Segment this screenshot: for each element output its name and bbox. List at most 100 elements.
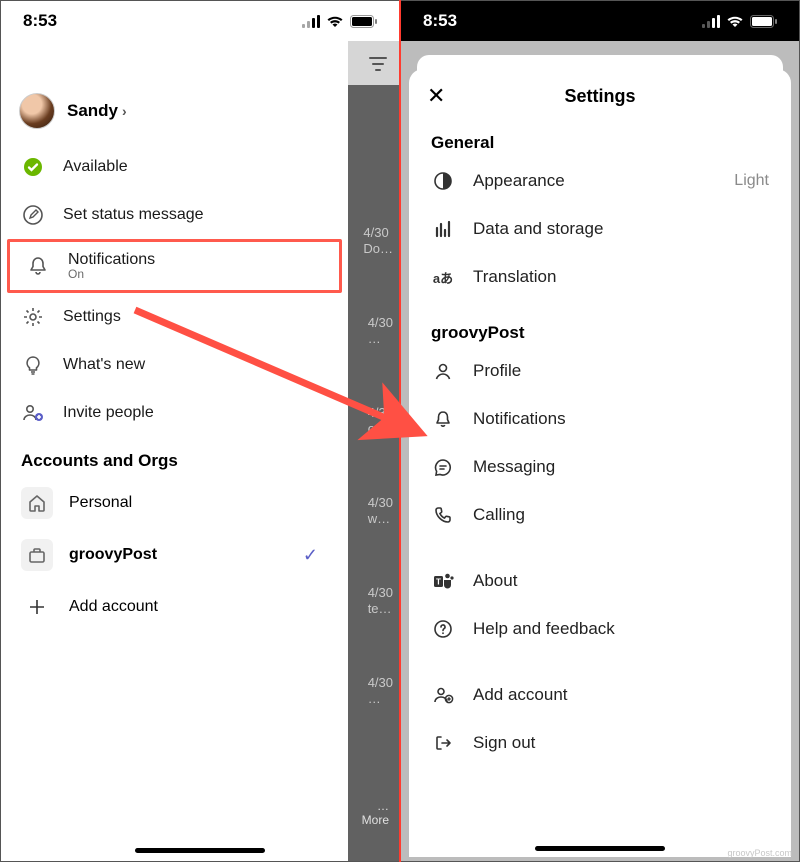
setting-label: Data and storage	[473, 219, 603, 239]
accounts-header: Accounts and Orgs	[1, 437, 348, 477]
cellular-icon	[302, 15, 320, 28]
setting-label: Appearance	[473, 171, 565, 191]
phone-icon	[431, 503, 455, 527]
chat-date: 4/30	[368, 495, 393, 510]
appearance-row[interactable]: Appearance Light	[409, 157, 791, 205]
add-account[interactable]: Add account	[1, 581, 348, 633]
profile-row[interactable]: Sandy ›	[1, 85, 348, 143]
chat-list-backdrop: 4/30Do… 4/30… 4/30o… 4/30w… 4/30te… 4/30…	[346, 41, 399, 862]
battery-icon	[750, 15, 777, 28]
setting-label: Notifications	[473, 409, 566, 429]
menu-label: What's new	[63, 356, 145, 374]
bell-icon	[26, 254, 50, 278]
lightbulb-icon	[21, 353, 45, 377]
org-header: groovyPost	[409, 301, 791, 347]
setting-label: Profile	[473, 361, 521, 381]
right-phone: 8:53 ✕ Settings General A	[400, 0, 800, 862]
general-header: General	[409, 123, 791, 157]
status-indicators	[702, 14, 777, 28]
filter-icon[interactable]	[367, 53, 389, 75]
setting-label: Translation	[473, 267, 556, 287]
close-icon[interactable]: ✕	[427, 83, 445, 109]
svg-text:T: T	[436, 578, 441, 587]
status-bar: 8:53	[1, 1, 399, 41]
chat-preview: Do…	[363, 241, 393, 256]
half-circle-icon	[431, 169, 455, 193]
settings-sheet: ✕ Settings General Appearance Light Data…	[409, 69, 791, 857]
setting-label: Messaging	[473, 457, 555, 477]
plus-icon	[21, 591, 53, 623]
chevron-right-icon: ›	[122, 103, 127, 119]
invite-people-menu-item[interactable]: Invite people	[1, 389, 348, 437]
home-indicator	[135, 848, 265, 853]
help-row[interactable]: Help and feedback	[409, 605, 791, 653]
messaging-row[interactable]: Messaging	[409, 443, 791, 491]
status-indicators	[302, 14, 377, 28]
briefcase-icon	[21, 539, 53, 571]
home-indicator	[535, 846, 665, 851]
presence-available-icon	[21, 155, 45, 179]
status-label: Available	[63, 158, 128, 176]
account-label: Personal	[69, 494, 132, 512]
translation-row[interactable]: aあ Translation	[409, 253, 791, 301]
setting-label: Calling	[473, 505, 525, 525]
gear-icon	[21, 305, 45, 329]
status-available[interactable]: Available	[1, 143, 348, 191]
account-label: Add account	[69, 598, 158, 616]
settings-menu-item[interactable]: Settings	[1, 293, 348, 341]
setting-label: About	[473, 571, 517, 591]
teams-icon: T	[431, 569, 455, 593]
calling-row[interactable]: Calling	[409, 491, 791, 539]
status-bar: 8:53	[401, 1, 799, 41]
checkmark-icon: ✓	[303, 545, 328, 566]
setting-label: Add account	[473, 685, 568, 705]
bell-icon	[431, 407, 455, 431]
chat-preview: o…	[368, 421, 388, 436]
about-row[interactable]: T About	[409, 557, 791, 605]
watermark: groovyPost.com	[727, 848, 792, 858]
set-status-message[interactable]: Set status message	[1, 191, 348, 239]
left-phone: 8:53 4/30Do… 4/30… 4/30o… 4/30w… 4/30te……	[0, 0, 400, 862]
avatar	[19, 93, 55, 129]
profile-name: Sandy	[67, 101, 118, 121]
whats-new-menu-item[interactable]: What's new	[1, 341, 348, 389]
menu-label: Set status message	[63, 206, 204, 224]
battery-icon	[350, 15, 377, 28]
more-tab[interactable]: … More	[362, 799, 389, 827]
menu-label: Invite people	[63, 404, 154, 422]
notifications-menu-item[interactable]: Notifications On	[7, 239, 342, 293]
setting-label: Sign out	[473, 733, 535, 753]
add-account-row[interactable]: Add account	[409, 671, 791, 719]
data-bars-icon	[431, 217, 455, 241]
chat-date: 4/30	[368, 315, 393, 330]
setting-value: Light	[734, 172, 769, 190]
notifications-row[interactable]: Notifications	[409, 395, 791, 443]
sign-out-row[interactable]: Sign out	[409, 719, 791, 767]
data-storage-row[interactable]: Data and storage	[409, 205, 791, 253]
person-icon	[431, 359, 455, 383]
account-personal[interactable]: Personal	[1, 477, 348, 529]
person-plus-icon	[431, 683, 455, 707]
help-icon	[431, 617, 455, 641]
chat-date: 4/30	[368, 585, 393, 600]
translation-icon: aあ	[431, 265, 455, 289]
profile-row[interactable]: Profile	[409, 347, 791, 395]
status-time: 8:53	[423, 11, 457, 31]
menu-label: Settings	[63, 308, 121, 326]
profile-drawer: Sandy › Available Set status message	[1, 41, 348, 861]
chat-preview: w…	[368, 511, 390, 526]
chat-date: 4/30	[368, 675, 393, 690]
setting-label: Help and feedback	[473, 619, 615, 639]
chat-preview: te…	[368, 601, 392, 616]
screenshot-divider	[399, 0, 401, 862]
account-label: groovyPost	[69, 546, 157, 564]
sign-out-icon	[431, 731, 455, 755]
wifi-icon	[726, 14, 744, 28]
status-time: 8:53	[23, 11, 57, 31]
cellular-icon	[702, 15, 720, 28]
chat-date: 4/30	[363, 225, 388, 240]
chat-date: 4/30	[368, 405, 393, 420]
settings-title: Settings	[564, 86, 635, 107]
menu-sublabel: On	[68, 267, 155, 281]
account-org[interactable]: groovyPost ✓	[1, 529, 348, 581]
